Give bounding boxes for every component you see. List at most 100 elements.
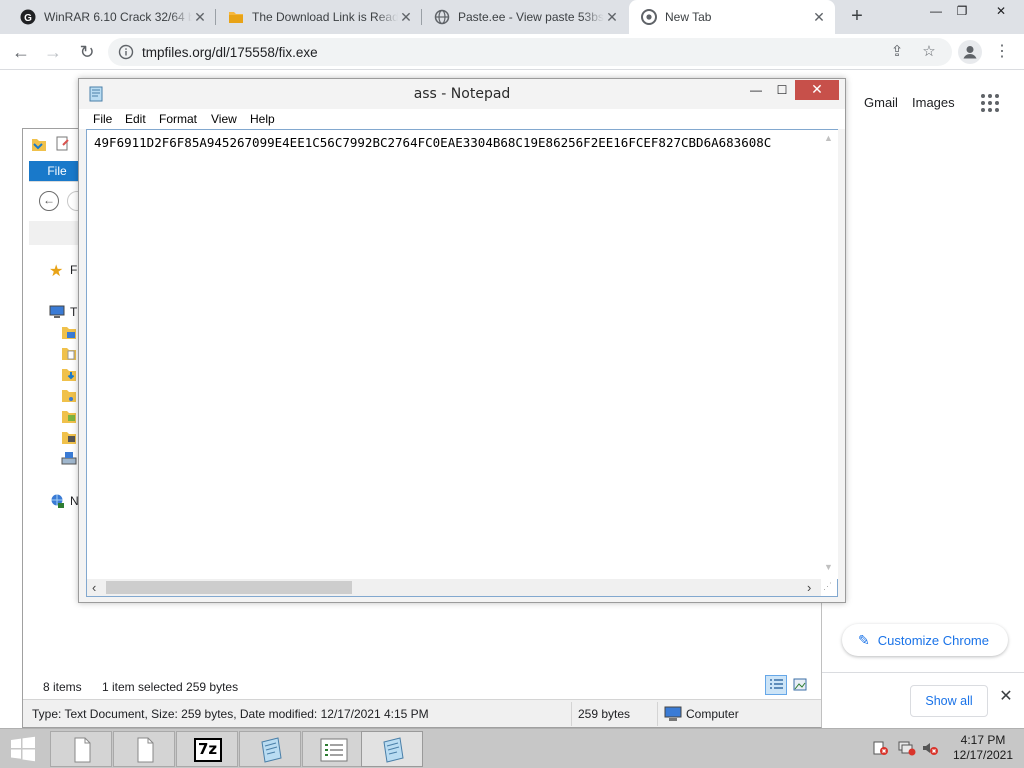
action-center-icon[interactable] [872, 740, 890, 756]
local-disk-icon[interactable] [61, 450, 77, 466]
scroll-right-icon[interactable]: › [807, 580, 811, 595]
notepad-titlebar[interactable]: ass - Notepad — ☐ ✕ [79, 79, 845, 109]
taskbar-7zip[interactable]: 7z [176, 731, 238, 767]
videos-folder-icon[interactable] [61, 429, 77, 445]
volume-muted-icon[interactable] [921, 740, 939, 756]
window-restore-icon[interactable]: ❐ [951, 2, 973, 20]
menu-file[interactable]: File [93, 112, 112, 126]
site-info-icon[interactable] [118, 44, 134, 60]
notepad-menubar: File Edit Format View Help [79, 109, 845, 129]
taskbar-list-app[interactable] [302, 731, 364, 767]
details-divider [657, 702, 658, 726]
blank-document-icon [129, 736, 161, 764]
this-pc-icon[interactable] [49, 304, 65, 320]
folder-icon [228, 9, 244, 25]
quick-access-icons[interactable] [31, 135, 71, 153]
details-divider [571, 702, 572, 726]
back-arrow-icon[interactable]: ← [10, 41, 32, 63]
blank-document-icon [66, 736, 98, 764]
clock-time: 4:17 PM [960, 733, 1006, 747]
details-view-icon[interactable] [765, 675, 787, 695]
bookmark-star-icon[interactable]: ☆ [920, 43, 938, 61]
chrome-menu-icon[interactable]: ⋮ [994, 40, 1010, 64]
scroll-down-icon[interactable]: ▼ [824, 562, 833, 572]
notepad-text-area[interactable]: 49F6911D2F6F85A945267099E4EE1C56C7992BC2… [86, 129, 838, 597]
start-button-icon[interactable] [8, 735, 38, 763]
taskbar-notepad-2[interactable] [361, 731, 423, 767]
notepad-content[interactable]: 49F6911D2F6F85A945267099E4EE1C56C7992BC2… [94, 135, 822, 150]
quick-access-toolbar [31, 135, 71, 153]
taskbar-notepad-1[interactable] [239, 731, 301, 767]
address-bar[interactable]: tmpfiles.org/dl/175558/fix.exe ⇪ ☆ [108, 38, 952, 66]
scroll-up-icon[interactable]: ▲ [824, 133, 833, 143]
ribbon-file-tab[interactable]: File [29, 161, 85, 181]
tab-new-tab[interactable]: New Tab ✕ [629, 0, 835, 34]
google-apps-icon[interactable] [981, 94, 999, 112]
taskbar-file-1[interactable] [50, 731, 112, 767]
pencil-icon: ✎ [858, 631, 870, 648]
system-clock[interactable]: 4:17 PM 12/17/2021 [946, 733, 1020, 763]
menu-help[interactable]: Help [250, 112, 275, 126]
network-status-icon[interactable] [898, 740, 916, 756]
new-tab-plus-icon[interactable]: + [846, 6, 868, 28]
vertical-scrollbar[interactable]: ▲ ▼ [821, 130, 838, 579]
tab-strip: G WinRAR 6.10 Crack 32/64 bit ✕ The Down… [0, 0, 1024, 34]
pictures-folder-icon[interactable] [61, 408, 77, 424]
taskbar-file-2[interactable] [113, 731, 175, 767]
menu-format[interactable]: Format [159, 112, 197, 126]
desktop-folder-icon[interactable] [61, 324, 77, 340]
images-link[interactable]: Images [912, 95, 955, 110]
location-text: Computer [664, 705, 739, 723]
menu-edit[interactable]: Edit [125, 112, 146, 126]
profile-avatar-icon[interactable] [958, 40, 982, 64]
music-folder-icon[interactable] [61, 387, 77, 403]
horizontal-scrollbar[interactable]: ‹ › [87, 579, 821, 596]
large-icons-view-icon[interactable] [789, 675, 811, 695]
tab-close-icon[interactable]: ✕ [398, 9, 414, 25]
notepad-minimize-icon[interactable]: — [743, 81, 769, 101]
reload-icon[interactable]: ↻ [76, 41, 98, 63]
selection-status: 1 item selected 259 bytes [102, 680, 239, 694]
documents-folder-icon[interactable] [61, 345, 77, 361]
checklist-icon [318, 736, 350, 764]
customize-chrome-button[interactable]: ✎ Customize Chrome [842, 624, 1008, 656]
network-icon[interactable] [49, 493, 65, 509]
address-band [29, 221, 79, 245]
file-size-text: 259 bytes [578, 707, 631, 721]
forward-arrow-icon[interactable]: → [42, 41, 64, 63]
tab-download-link[interactable]: The Download Link is Ready ✕ [216, 0, 422, 34]
tab-winrar[interactable]: G WinRAR 6.10 Crack 32/64 bit ✕ [8, 0, 216, 34]
share-icon[interactable]: ⇪ [888, 43, 906, 61]
seven-zip-icon: 7z [192, 736, 224, 764]
show-all-downloads-button[interactable]: Show all [910, 685, 988, 717]
nav-this-pc[interactable]: T [70, 305, 77, 319]
notepad-icon [255, 736, 287, 764]
file-details-text: Type: Text Document, Size: 259 bytes, Da… [32, 707, 429, 721]
tab-close-icon[interactable]: ✕ [604, 9, 620, 25]
notepad-maximize-icon[interactable]: ☐ [769, 81, 795, 101]
notepad-icon [377, 736, 409, 764]
gmail-link[interactable]: Gmail [864, 95, 898, 110]
window-minimize-icon[interactable]: — [925, 2, 947, 20]
explorer-back-icon[interactable]: ← [39, 191, 59, 211]
close-download-shelf-icon[interactable]: ✕ [998, 689, 1014, 705]
favorites-star-icon[interactable]: ★ [49, 261, 63, 281]
explorer-details-bar: Type: Text Document, Size: 259 bytes, Da… [23, 699, 821, 727]
resize-grip-icon[interactable]: ⋰ [823, 581, 836, 594]
tab-close-icon[interactable]: ✕ [192, 9, 208, 25]
google-g-icon: G [20, 9, 36, 25]
window-close-icon[interactable]: ✕ [990, 2, 1012, 20]
view-mode-buttons [765, 675, 811, 695]
horizontal-scroll-thumb[interactable] [106, 581, 352, 594]
downloads-folder-icon[interactable] [61, 366, 77, 382]
tab-paste-ee[interactable]: Paste.ee - View paste 53bsr ✕ [422, 0, 628, 34]
notepad-window: ass - Notepad — ☐ ✕ File Edit Format Vie… [78, 78, 846, 603]
tab-close-icon[interactable]: ✕ [811, 9, 827, 25]
download-shelf: Show all ✕ [822, 672, 1024, 728]
menu-view[interactable]: View [211, 112, 237, 126]
computer-icon [664, 706, 682, 721]
notepad-title: ass - Notepad [413, 86, 511, 102]
svg-text:G: G [24, 13, 32, 24]
notepad-close-icon[interactable]: ✕ [795, 80, 839, 100]
scroll-left-icon[interactable]: ‹ [92, 580, 96, 595]
